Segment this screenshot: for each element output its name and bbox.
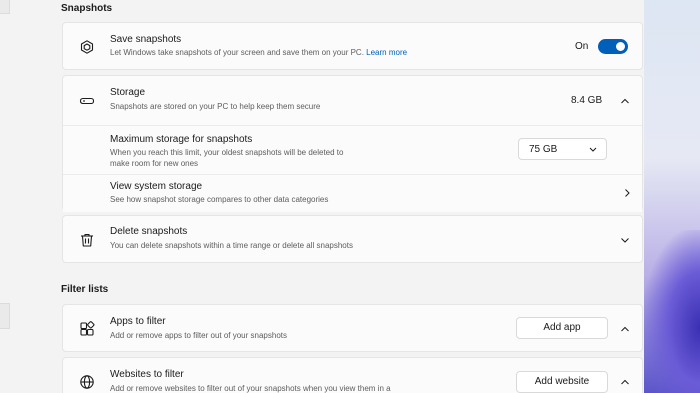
save-snapshots-desc-text: Let Windows take snapshots of your scree… <box>110 48 364 57</box>
view-system-storage-title: View system storage <box>110 181 203 192</box>
delete-snapshots-card[interactable]: Delete snapshots You can delete snapshot… <box>62 215 643 263</box>
max-storage-row: Maximum storage for snapshots When you r… <box>63 125 642 174</box>
desktop-wallpaper <box>644 0 700 393</box>
save-snapshots-description: Let Windows take snapshots of your scree… <box>110 47 407 58</box>
toggle-knob <box>616 42 625 51</box>
storage-title: Storage <box>110 87 146 98</box>
add-website-button[interactable]: Add website <box>516 371 608 393</box>
snapshot-cube-icon <box>79 39 95 55</box>
toggle-state-label: On <box>575 41 589 52</box>
learn-more-link[interactable]: Learn more <box>366 48 407 57</box>
drive-icon <box>79 93 95 109</box>
max-storage-desc-line2: make room for new ones <box>110 159 199 168</box>
section-title-filter-lists: Filter lists <box>61 284 109 295</box>
nav-pane-edge-top <box>0 0 10 14</box>
storage-description: Snapshots are stored on your PC to help … <box>110 102 321 111</box>
apps-to-filter-title: Apps to filter <box>110 316 166 327</box>
delete-snapshots-description: You can delete snapshots within a time r… <box>110 241 353 250</box>
nav-pane-edge-item[interactable] <box>0 303 10 329</box>
section-title-snapshots: Snapshots <box>61 3 113 14</box>
view-system-storage-description: See how snapshot storage compares to oth… <box>110 195 329 204</box>
storage-used-value: 8.4 GB <box>571 95 603 106</box>
apps-grid-icon <box>79 321 95 337</box>
chevron-right-icon <box>621 187 633 199</box>
websites-to-filter-card: Websites to filter Add or remove website… <box>62 357 643 393</box>
trash-icon <box>79 232 95 248</box>
storage-header-row[interactable]: Storage Snapshots are stored on your PC … <box>63 76 642 125</box>
websites-to-filter-description: Add or remove websites to filter out of … <box>110 384 391 393</box>
max-storage-selected: 75 GB <box>529 144 558 155</box>
max-storage-desc-line1: When you reach this limit, your oldest s… <box>110 148 344 157</box>
delete-snapshots-title: Delete snapshots <box>110 226 188 237</box>
websites-to-filter-title: Websites to filter <box>110 369 184 380</box>
max-storage-description: When you reach this limit, your oldest s… <box>110 147 343 169</box>
save-snapshots-title: Save snapshots <box>110 34 182 45</box>
max-storage-title: Maximum storage for snapshots <box>110 134 253 145</box>
chevron-up-icon[interactable] <box>619 95 631 107</box>
apps-to-filter-description: Add or remove apps to filter out of your… <box>110 331 287 340</box>
globe-icon <box>79 374 95 390</box>
chevron-down-icon <box>619 234 631 246</box>
chevron-down-icon <box>588 144 598 154</box>
chevron-up-icon[interactable] <box>619 323 631 335</box>
save-snapshots-card: Save snapshots Let Windows take snapshot… <box>62 22 643 70</box>
view-system-storage-row[interactable]: View system storage See how snapshot sto… <box>63 174 642 212</box>
save-snapshots-toggle[interactable] <box>598 39 628 54</box>
apps-to-filter-card: Apps to filter Add or remove apps to fil… <box>62 304 643 352</box>
chevron-up-icon[interactable] <box>619 376 631 388</box>
max-storage-dropdown[interactable]: 75 GB <box>518 138 607 160</box>
storage-card: Storage Snapshots are stored on your PC … <box>62 75 643 212</box>
add-app-button[interactable]: Add app <box>516 317 608 339</box>
